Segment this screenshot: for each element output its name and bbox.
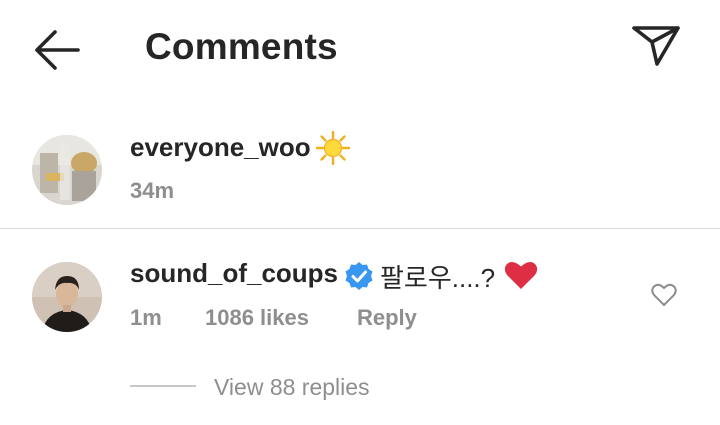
comment-timestamp: 1m	[130, 305, 162, 330]
avatar-image	[32, 262, 102, 332]
caption-username[interactable]: everyone_woo	[130, 132, 311, 163]
reply-button[interactable]: Reply	[357, 305, 417, 331]
sun-emoji-icon	[315, 130, 351, 166]
share-button[interactable]	[630, 22, 682, 68]
comments-header: Comments	[0, 0, 720, 96]
comment-username[interactable]: sound_of_coups	[130, 258, 338, 289]
caption-timestamp: 34m	[130, 178, 175, 203]
comment-likes-count[interactable]: 1086 likes	[205, 305, 309, 331]
heart-outline-icon[interactable]	[651, 283, 677, 307]
red-heart-emoji-icon	[504, 260, 538, 290]
view-replies-line	[130, 385, 196, 387]
avatar-image	[32, 135, 102, 205]
back-button[interactable]	[30, 28, 82, 72]
paper-plane-icon	[632, 26, 680, 66]
arrow-left-icon	[35, 30, 80, 70]
divider	[0, 228, 720, 229]
caption-avatar[interactable]	[32, 135, 102, 205]
comment-avatar[interactable]	[32, 262, 102, 332]
comment-text: 팔로우....?	[380, 263, 496, 293]
verified-badge-icon	[344, 261, 374, 291]
page-title: Comments	[145, 26, 338, 67]
view-replies-button[interactable]: View 88 replies	[214, 374, 370, 401]
